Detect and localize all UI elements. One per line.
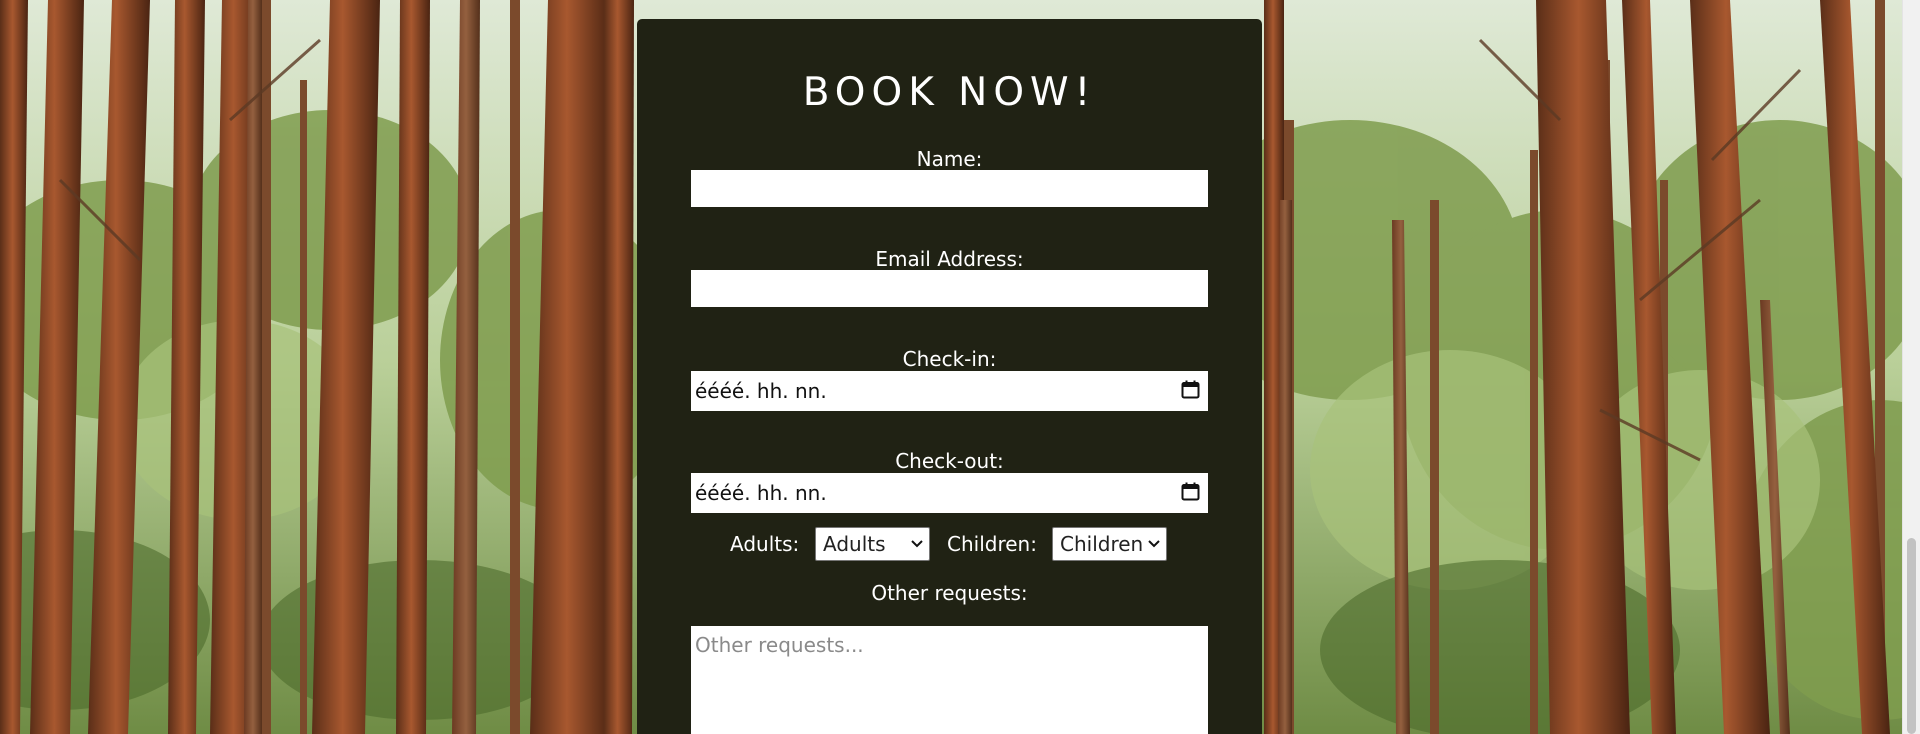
calendar-icon[interactable] (1181, 380, 1200, 399)
requests-textarea[interactable]: Other requests... (691, 626, 1208, 734)
adults-select[interactable]: Adults (815, 527, 930, 561)
checkout-date-value: éééé. hh. nn. (695, 481, 827, 505)
children-selected-value: Children (1060, 532, 1144, 556)
children-label: Children: (947, 532, 1037, 556)
calendar-icon[interactable] (1181, 482, 1200, 501)
page: BOOK NOW! Name: Email Address: Check-in:… (0, 0, 1920, 734)
name-input[interactable] (691, 170, 1208, 207)
page-scrollbar[interactable] (1902, 0, 1920, 734)
chevron-down-icon (911, 540, 923, 548)
email-input[interactable] (691, 270, 1208, 307)
checkin-date-input[interactable]: éééé. hh. nn. (691, 371, 1208, 411)
guests-row: Adults: Adults Children: Children (637, 527, 1262, 561)
adults-selected-value: Adults (823, 532, 886, 556)
checkin-date-value: éééé. hh. nn. (695, 379, 827, 403)
adults-label: Adults: (730, 532, 800, 556)
requests-label: Other requests: (871, 581, 1028, 605)
booking-title: BOOK NOW! (802, 70, 1097, 115)
email-label: Email Address: (875, 247, 1024, 271)
children-select[interactable]: Children (1052, 527, 1167, 561)
name-label: Name: (916, 147, 983, 171)
scrollbar-thumb[interactable] (1907, 538, 1916, 734)
checkin-label: Check-in: (902, 347, 997, 371)
checkout-label: Check-out: (895, 449, 1004, 473)
chevron-down-icon (1148, 540, 1160, 548)
booking-form-card: BOOK NOW! Name: Email Address: Check-in:… (637, 19, 1262, 734)
checkout-date-input[interactable]: éééé. hh. nn. (691, 473, 1208, 513)
